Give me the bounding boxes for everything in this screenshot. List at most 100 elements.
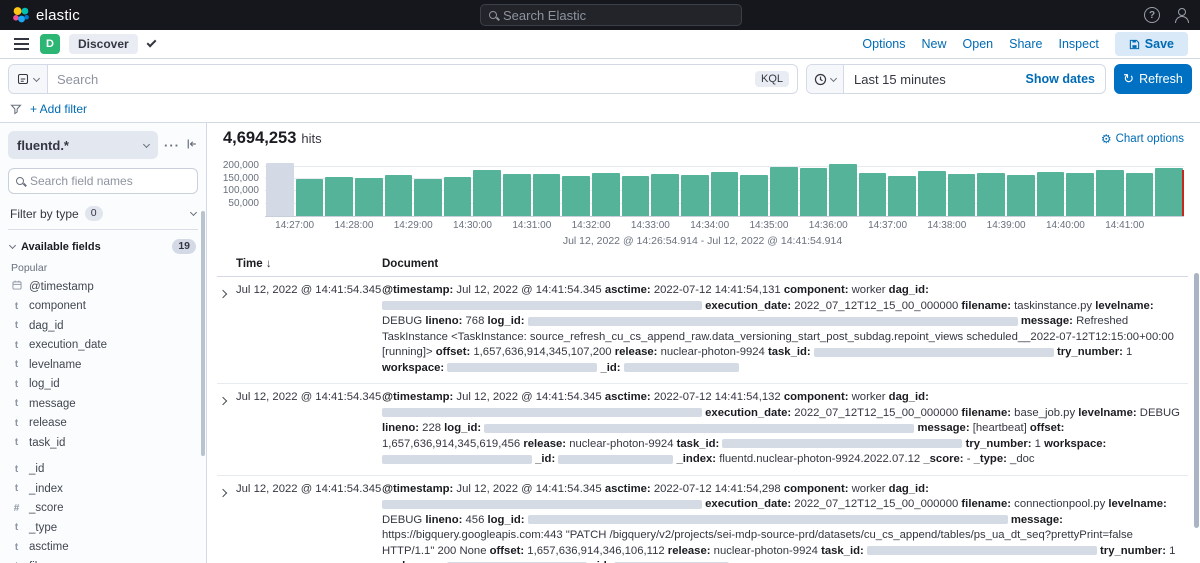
histogram-bar[interactable] — [355, 178, 383, 216]
histogram-bar[interactable] — [1037, 172, 1065, 216]
histogram-bar[interactable] — [888, 176, 916, 216]
field-item-asctime[interactable]: tasctime — [8, 538, 198, 558]
global-search-input[interactable]: Search Elastic — [480, 4, 742, 26]
help-icon[interactable]: ? — [1144, 7, 1160, 23]
index-pattern-row: fluentd.* ··· — [8, 131, 198, 159]
index-pattern-name: fluentd.* — [17, 138, 69, 153]
space-avatar[interactable]: D — [40, 34, 60, 54]
doc-field-key: component: — [784, 284, 849, 296]
date-picker[interactable]: Last 15 minutes Show dates — [806, 64, 1106, 94]
doc-field-key: _score: — [923, 453, 963, 465]
chart-options-button[interactable]: ⚙ Chart options — [1101, 133, 1188, 145]
user-icon[interactable] — [1174, 8, 1188, 23]
redacted-value — [722, 439, 962, 448]
doc-field-key: asctime: — [605, 284, 651, 296]
histogram-bar[interactable] — [1096, 170, 1124, 216]
field-item-_score[interactable]: #_score — [8, 499, 198, 519]
histogram-bar[interactable] — [562, 176, 590, 216]
histogram-bar[interactable] — [651, 174, 679, 216]
field-item-release[interactable]: trelease — [8, 414, 198, 434]
histogram-bar[interactable] — [740, 175, 768, 216]
field-item-message[interactable]: tmessage — [8, 394, 198, 414]
histogram-bar[interactable] — [1155, 168, 1183, 216]
refresh-button[interactable]: ↻ Refresh — [1114, 64, 1192, 94]
hits-header: 4,694,253 hits ⚙ Chart options — [217, 129, 1188, 153]
histogram-bar[interactable] — [533, 174, 561, 216]
nav-link-open[interactable]: Open — [963, 37, 994, 51]
histogram-bar[interactable] — [948, 174, 976, 216]
histogram-bars — [265, 159, 1184, 216]
histogram-bar[interactable] — [1007, 175, 1035, 216]
nav-link-options[interactable]: Options — [862, 37, 905, 51]
histogram-bar[interactable] — [473, 170, 501, 216]
nav-link-new[interactable]: New — [922, 37, 947, 51]
histogram-bar[interactable] — [444, 177, 472, 216]
histogram-bar[interactable] — [266, 163, 294, 216]
field-item-task_id[interactable]: ttask_id — [8, 433, 198, 453]
field-item-execution_date[interactable]: texecution_date — [8, 336, 198, 356]
histogram-bar[interactable] — [711, 172, 739, 216]
field-item-log_id[interactable]: tlog_id — [8, 375, 198, 395]
available-fields-header[interactable]: Available fields 19 — [8, 230, 198, 259]
field-options-icon[interactable]: ··· — [164, 138, 180, 153]
histogram-bar[interactable] — [296, 179, 324, 216]
histogram-bar[interactable] — [622, 176, 650, 216]
doc-field-key: log_id: — [488, 514, 525, 526]
field-item-levelname[interactable]: tlevelname — [8, 355, 198, 375]
field-item-_id[interactable]: t_id — [8, 460, 198, 480]
histogram-bar[interactable] — [918, 171, 946, 216]
histogram-bar[interactable] — [325, 177, 353, 216]
menu-icon[interactable] — [12, 30, 31, 58]
histogram-bar[interactable] — [1126, 173, 1154, 216]
histogram-bar[interactable] — [859, 173, 887, 216]
field-item-_type[interactable]: t_type — [8, 518, 198, 538]
histogram-bar[interactable] — [503, 174, 531, 216]
filter-menu-icon[interactable] — [10, 103, 22, 115]
time-menu-button[interactable] — [807, 65, 844, 93]
doc-field-key: offset: — [436, 346, 471, 358]
histogram-bar[interactable] — [829, 164, 857, 216]
index-pattern-select[interactable]: fluentd.* — [8, 131, 158, 159]
header-actions: ? — [1144, 7, 1188, 23]
expand-row-icon[interactable] — [217, 482, 236, 499]
show-dates-button[interactable]: Show dates — [1026, 72, 1105, 86]
breadcrumb[interactable]: Discover — [69, 34, 138, 54]
add-filter-button[interactable]: + Add filter — [30, 102, 87, 116]
fields-sidebar: fluentd.* ··· Search field names Filter … — [0, 123, 207, 563]
save-button[interactable]: Save — [1115, 32, 1188, 56]
field-item-filename[interactable]: tfilename — [8, 557, 198, 563]
histogram-bar[interactable] — [977, 173, 1005, 216]
filter-by-type-count: 0 — [85, 206, 103, 221]
histogram-bar[interactable] — [770, 167, 798, 216]
field-item-timestamp[interactable]: @timestamp — [8, 277, 198, 297]
nav-link-inspect[interactable]: Inspect — [1058, 37, 1098, 51]
saved-query-menu-button[interactable] — [9, 65, 48, 93]
histogram-bar[interactable] — [414, 179, 442, 216]
main-scrollbar[interactable] — [1194, 273, 1199, 528]
y-tick-label: 100,000 — [223, 185, 259, 196]
expand-row-icon[interactable] — [217, 390, 236, 407]
time-column-header[interactable]: Time ↓ — [236, 258, 382, 270]
field-item-component[interactable]: tcomponent — [8, 297, 198, 317]
sidebar-scrollbar[interactable] — [201, 211, 205, 456]
text-field-icon: t — [11, 320, 22, 331]
field-item-_index[interactable]: t_index — [8, 479, 198, 499]
query-placeholder: Search — [57, 72, 98, 87]
query-input[interactable]: Search KQL — [8, 64, 798, 94]
field-item-dag_id[interactable]: tdag_id — [8, 316, 198, 336]
histogram-bar[interactable] — [1066, 173, 1094, 216]
nav-link-share[interactable]: Share — [1009, 37, 1042, 51]
filter-by-type-button[interactable]: Filter by type 0 — [8, 198, 198, 230]
histogram-bar[interactable] — [385, 175, 413, 216]
field-search-input[interactable]: Search field names — [8, 168, 198, 194]
elastic-logo[interactable]: elastic — [12, 6, 80, 24]
collapse-sidebar-icon[interactable] — [186, 138, 198, 153]
time-range-label[interactable]: Last 15 minutes — [844, 72, 956, 87]
kql-badge[interactable]: KQL — [755, 71, 789, 87]
histogram-bar[interactable] — [800, 168, 828, 216]
histogram-bar[interactable] — [592, 173, 620, 216]
expand-row-icon[interactable] — [217, 283, 236, 300]
text-field-icon: t — [11, 483, 22, 494]
documents-table: Time ↓ Document Jul 12, 2022 @ 14:41:54.… — [217, 254, 1188, 563]
histogram-bar[interactable] — [681, 175, 709, 216]
